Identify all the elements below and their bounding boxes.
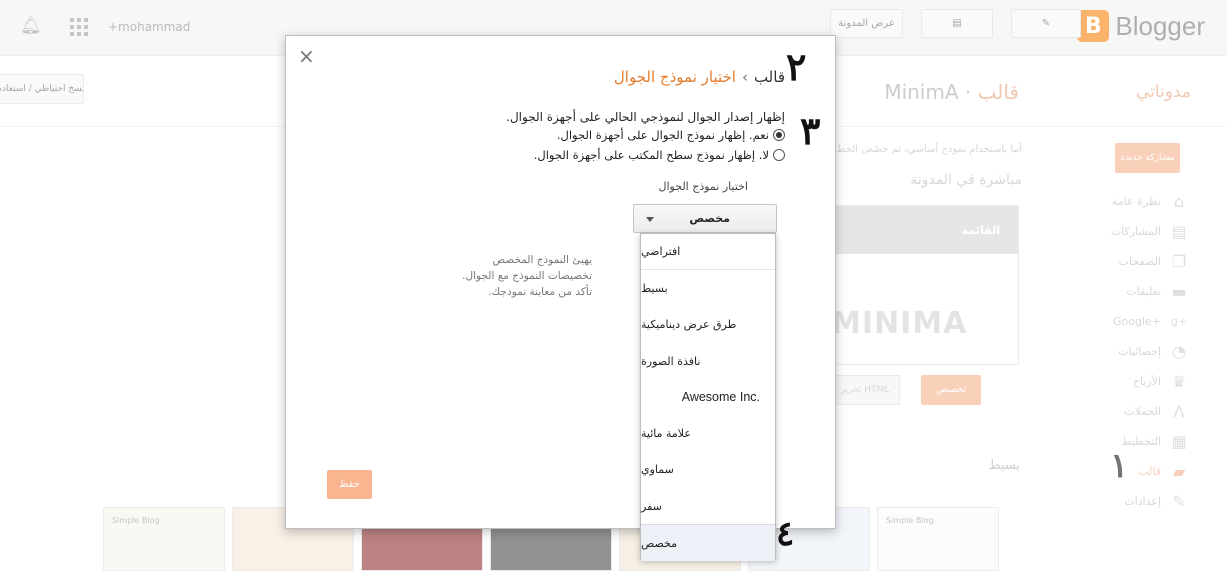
dropdown-option[interactable]: علامة مائية [641, 415, 775, 451]
dropdown-option[interactable]: طرق عرض ديناميكية [641, 307, 775, 343]
dropdown-option[interactable]: نافذة الصورة [641, 343, 775, 379]
mobile-question: إظهار إصدار الجوال لنموذجي الحالي على أج… [506, 110, 785, 124]
mobile-template-select-label: اختيار نموذج الجوال [658, 180, 749, 193]
dropdown-option[interactable]: افتراضي [641, 234, 775, 271]
radio-no-row[interactable]: لا. إظهار نموذج سطح المكتب على أجهزة الج… [534, 148, 785, 162]
radio-yes-row[interactable]: نعم. إظهار نموذج الجوال على أجهزة الجوال… [557, 128, 785, 142]
annotation-number-3: ٣ [800, 108, 821, 153]
breadcrumb-separator: › [741, 68, 748, 86]
dropdown-option[interactable]: بسيط [641, 270, 775, 306]
mobile-template-dropdown: افتراضي بسيط طرق عرض ديناميكية نافذة الصورة… [640, 233, 776, 561]
chevron-down-icon [646, 217, 654, 222]
annotation-number-2: ٢ [786, 44, 807, 89]
dialog-breadcrumb: قالب › اختيار نموذج الجوال [614, 68, 785, 86]
radio-no-label: لا. إظهار نموذج سطح المكتب على أجهزة الج… [533, 148, 769, 162]
annotation-number-4: ٤ [776, 514, 795, 554]
custom-template-help: يهيئ النموذج المخصص تخصيصات النموذج مع ا… [462, 254, 592, 298]
radio-yes[interactable] [773, 129, 785, 141]
dropdown-option[interactable]: مخصص [641, 524, 775, 561]
dialog-title: اختيار نموذج الجوال [613, 68, 736, 86]
dropdown-option[interactable]: Awesome Inc. [641, 379, 775, 415]
radio-yes-label: نعم. إظهار نموذج الجوال على أجهزة الجوال… [556, 128, 769, 142]
radio-no[interactable] [773, 149, 785, 161]
select-value: مخصص [689, 212, 730, 225]
mobile-template-select[interactable]: مخصص [633, 204, 777, 233]
close-icon[interactable]: × [298, 46, 315, 66]
save-button[interactable]: حفظ [327, 470, 372, 499]
dropdown-option[interactable]: سفر [641, 488, 775, 524]
breadcrumb-template-link[interactable]: قالب [754, 68, 785, 86]
dropdown-option[interactable]: سماوي [641, 452, 775, 488]
